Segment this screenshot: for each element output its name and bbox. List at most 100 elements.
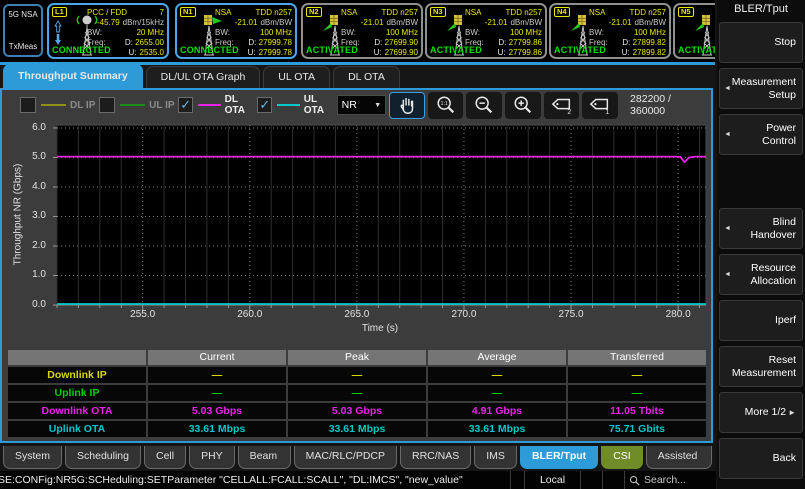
cell-dl-freq: 27699.90 [385,38,418,47]
chevron-down-icon: ▼ [374,102,381,109]
bw-label: BW: [341,28,356,37]
legend-ul-ip[interactable]: UL IP [99,97,178,113]
cell-ul-freq: 2535.0 [140,48,164,57]
tab-throughput-summary[interactable]: Throughput Summary [3,64,143,88]
dl-label: D: [374,38,382,47]
button-label: Stop [774,36,796,49]
table-cell: 33.61 Mbps [148,421,286,437]
cell-tech: NSA [465,8,481,17]
bottom-tab-bler-tput[interactable]: BLER/Tput [520,446,598,469]
bw-label: BW: [465,28,480,37]
cell-power-unit: dBm/15kHz [123,18,164,27]
legend-dl-ota[interactable]: ✓ DL OTA [178,94,257,116]
zoom-out-button[interactable] [466,92,502,119]
bottom-tab-cell[interactable]: Cell [144,446,186,469]
bottom-tab-ims[interactable]: IMS [474,446,517,469]
cell-panel-n2[interactable]: N2 NSATDD n257 -21.01dBm/BW BW:100 MHz F… [301,3,423,59]
svg-text:1:1: 1:1 [440,101,447,107]
rat-selector-value: NR [342,99,357,111]
measurement-setup-button[interactable]: ◄Measurement Setup [719,68,803,109]
table-header-peak: Peak [288,350,426,365]
cell-state: CONNECTED [52,45,111,55]
legend-ul-ota[interactable]: ✓ UL OTA [257,94,336,116]
bottom-tab-mac-rlc-pdcp[interactable]: MAC/RLC/PDCP [294,446,397,469]
search-placeholder: Search... [644,474,686,486]
bottom-tab-assisted-tx-meas[interactable]: Assisted Tx Meas [646,446,712,469]
cell-band: TDD n257 [630,8,666,17]
back-button[interactable]: Back [719,438,803,479]
tab-ul-ota[interactable]: UL OTA [263,66,330,88]
table-header-current: Current [148,350,286,365]
marker-1-icon: 1 [587,94,613,116]
zoom-reset-button[interactable]: 1:1 [428,92,464,119]
cell-bw: 100 MHz [260,28,292,37]
button-label: Iperf [775,314,796,327]
ul-ota-checkbox[interactable]: ✓ [257,97,272,113]
ul-label: U: [622,48,630,57]
local-mode-button[interactable]: Local [524,471,580,489]
bw-label: BW: [87,28,102,37]
table-cell: 33.61 Mbps [428,421,566,437]
reset-measurement-button[interactable]: Reset Measurement [719,346,803,387]
zoom-in-button[interactable] [505,92,541,119]
cell-power: -21.01 [361,18,384,27]
marker-2-button[interactable]: 2 [544,92,580,119]
more-pages-button[interactable]: More 1/2► [719,392,803,433]
bottom-tab-csi[interactable]: CSI [601,446,643,469]
submenu-arrow-icon: ◄ [724,130,731,138]
cell-band: TDD n257 [506,8,542,17]
row-label-uplink-ip: Uplink IP [8,385,146,401]
table-cell: — [288,367,426,383]
button-label: Reset Measurement [732,354,796,379]
ul-ip-checkbox[interactable] [99,97,115,113]
iperf-button[interactable]: Iperf [719,300,803,341]
dl-ota-checkbox[interactable]: ✓ [178,97,193,113]
bottom-tab-scheduling[interactable]: Scheduling [65,446,141,469]
cell-panel-n4[interactable]: N4 NSATDD n257 -21.01dBm/BW BW:100 MHz F… [549,3,671,59]
system-status-box[interactable]: 5G NSA TxMeas [3,4,43,57]
bottom-tab-rrc-nas[interactable]: RRC/NAS [400,446,471,469]
table-cell: 5.03 Gbps [148,403,286,419]
cell-panel-l1[interactable]: L1 PCC / FDD7 -45.79dBm/15kHz BW:20 MHz [47,3,169,59]
cell-band: TDD n257 [382,8,418,17]
resource-allocation-button[interactable]: ◄Resource Allocation [719,254,803,295]
bottom-tab-system[interactable]: System [3,446,62,469]
rat-selector-dropdown[interactable]: NR ▼ [337,95,387,115]
power-control-button[interactable]: ◄Power Control [719,114,803,155]
button-label: Measurement Setup [732,76,796,101]
button-label: Power Control [732,122,796,147]
scpi-command-text: SE:CONFig:NR5G:SCHeduling:SETParameter "… [0,474,510,486]
table-cell: — [428,367,566,383]
chart-canvas[interactable] [50,120,710,320]
status-separator [510,471,524,489]
cell-ul-freq: 27899.82 [633,48,666,57]
zoom-out-icon [472,94,496,116]
x-axis-label: Time (s) [50,323,710,334]
bw-label: BW: [215,28,230,37]
ul-label: U: [129,48,137,57]
legend-dl-ip[interactable]: DL IP [20,97,99,113]
cell-panel-n3[interactable]: N3 NSATDD n257 -21.01dBm/BW BW:100 MHz F… [425,3,547,59]
cell-tech: NSA [589,8,605,17]
bottom-tab-beam-mgmt[interactable]: Beam Mgmt [238,446,291,469]
throughput-chart[interactable]: Throughput NR (Gbps) 0.01.02.03.04.05.06… [2,117,711,350]
table-cell: 4.91 Gbps [428,403,566,419]
button-label: Blind Handover [732,216,796,241]
stop-button[interactable]: Stop [719,22,803,63]
tab-dl-ota[interactable]: DL OTA [333,66,400,88]
cell-panel-n5[interactable]: N5 ACTIVATED [673,3,715,59]
row-label-downlink-ip: Downlink IP [8,367,146,383]
table-header-average: Average [428,350,566,365]
pan-button[interactable] [389,92,425,119]
ul-label: U: [248,48,256,57]
search-input[interactable]: Search... [624,471,716,489]
marker-1-button[interactable]: 1 [582,92,618,119]
tab-dl-ul-ota-graph[interactable]: DL/UL OTA Graph [146,66,261,88]
blind-handover-button[interactable]: ◄Blind Handover [719,208,803,249]
bottom-tab-phy[interactable]: PHY [189,446,235,469]
row-label-uplink-ota: Uplink OTA [8,421,146,437]
ul-ota-line-swatch [277,104,300,106]
cell-panel-n1[interactable]: N1 NSATDD n257 -21.01dBm/BW BW:100 MHz F… [175,3,297,59]
dl-ip-checkbox[interactable] [20,97,36,113]
cell-dl-freq: 27899.82 [633,38,666,47]
